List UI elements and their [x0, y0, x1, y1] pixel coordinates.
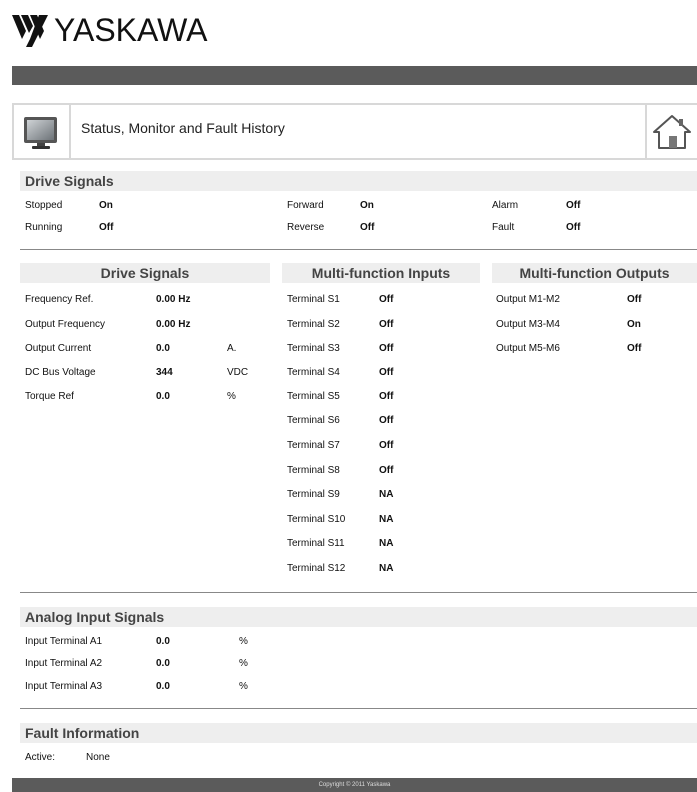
input-value: Off [379, 367, 394, 378]
analog-heading: Analog Input Signals [20, 607, 697, 627]
output-label: Output M5-M6 [496, 343, 560, 354]
input-label: Terminal S11 [287, 538, 345, 549]
status-label: Reverse [287, 222, 325, 233]
fault-heading: Fault Information [20, 723, 697, 743]
status-value: On [360, 200, 374, 211]
analog-value: 0.0 [156, 636, 170, 647]
input-value: NA [379, 514, 394, 525]
signal-value: 344 [156, 367, 173, 378]
input-label: Terminal S4 [287, 367, 340, 378]
input-label: Terminal S9 [287, 489, 340, 500]
analog-label: Input Terminal A1 [25, 636, 103, 647]
status-value: On [99, 200, 113, 211]
signal-value: 0.00 Hz [156, 294, 191, 305]
analog-value: 0.0 [156, 658, 170, 669]
input-label: Terminal S5 [287, 391, 340, 402]
input-value: Off [379, 465, 394, 476]
status-label: Forward [287, 200, 324, 211]
signal-label: Frequency Ref. [25, 294, 94, 305]
analog-label: Input Terminal A3 [25, 681, 103, 692]
output-label: Output M1-M2 [496, 294, 560, 305]
input-value: NA [379, 538, 394, 549]
input-value: Off [379, 319, 394, 330]
input-value: Off [379, 294, 394, 305]
signal-label: DC Bus Voltage [25, 367, 96, 378]
status-value: Off [566, 222, 581, 233]
analog-unit: % [239, 658, 248, 669]
status-value: Off [99, 222, 114, 233]
divider [20, 592, 697, 593]
signal-value: 0.0 [156, 343, 170, 354]
status-label: Stopped [25, 200, 63, 211]
input-value: NA [379, 563, 394, 574]
analog-unit: % [239, 681, 248, 692]
signal-value: 0.0 [156, 391, 170, 402]
input-label: Terminal S8 [287, 465, 340, 476]
signal-unit: A. [227, 343, 237, 354]
input-value: Off [379, 440, 394, 451]
monitor-icon [23, 116, 57, 149]
input-value: Off [379, 415, 394, 426]
fault-value: None [86, 752, 110, 763]
status-label: Fault [492, 222, 515, 233]
output-label: Output M3-M4 [496, 319, 560, 330]
input-label: Terminal S12 [287, 563, 346, 574]
input-label: Terminal S6 [287, 415, 340, 426]
signal-label: Output Current [25, 343, 92, 354]
yaskawa-logo-mark-icon [12, 15, 48, 47]
status-value: Off [360, 222, 375, 233]
fault-label: Active: [25, 752, 56, 763]
inputs-heading: Multi-function Inputs [282, 263, 480, 283]
input-label: Terminal S10 [287, 514, 346, 525]
signal-label: Output Frequency [25, 319, 106, 330]
signal-label: Torque Ref [25, 391, 74, 402]
divider [20, 708, 697, 709]
input-label: Terminal S1 [287, 294, 340, 305]
analog-value: 0.0 [156, 681, 170, 692]
drive-status-heading: Drive Signals [20, 171, 697, 191]
status-value: Off [566, 200, 581, 211]
monitor-icon-cell [12, 103, 71, 160]
analog-unit: % [239, 636, 248, 647]
input-value: Off [379, 343, 394, 354]
input-label: Terminal S3 [287, 343, 340, 354]
divider [20, 249, 697, 250]
yaskawa-logo: YASKAWA [12, 10, 208, 50]
input-label: Terminal S2 [287, 319, 340, 330]
output-value: Off [627, 294, 642, 305]
drive-signals-heading: Drive Signals [20, 263, 270, 283]
input-value: Off [379, 391, 394, 402]
input-value: NA [379, 489, 394, 500]
signal-unit: % [227, 391, 236, 402]
status-label: Alarm [492, 200, 519, 211]
brand-name: YASKAWA [54, 12, 208, 48]
analog-label: Input Terminal A2 [25, 658, 103, 669]
footer-copyright: Copyright © 2011 Yaskawa [12, 778, 697, 792]
signal-unit: VDC [227, 367, 249, 378]
output-value: On [627, 319, 641, 330]
top-bar [12, 66, 697, 85]
home-button[interactable] [645, 103, 697, 160]
page-title: Status, Monitor and Fault History [81, 120, 285, 136]
home-icon [653, 114, 691, 149]
input-label: Terminal S7 [287, 440, 340, 451]
outputs-heading: Multi-function Outputs [492, 263, 697, 283]
status-label: Running [25, 222, 63, 233]
output-value: Off [627, 343, 642, 354]
signal-value: 0.00 Hz [156, 319, 191, 330]
